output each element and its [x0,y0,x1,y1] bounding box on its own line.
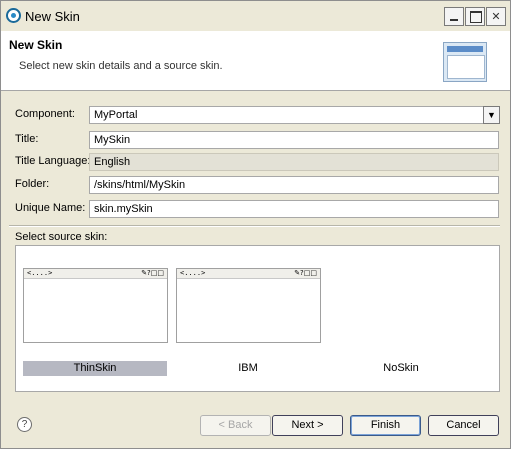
finish-button[interactable]: Finish [350,415,421,436]
app-icon [6,8,21,23]
skin-preview-thinskin[interactable]: <....> ✎?□□ [23,268,168,343]
unique-name-row: Unique Name: skin.mySkin [15,200,500,218]
window-title: New Skin [25,9,80,24]
preview-controls-icon: ✎?□□ [141,269,164,277]
skin-option-ibm[interactable]: IBM [176,361,320,376]
folder-field[interactable]: /skins/html/MySkin [89,176,499,194]
new-skin-dialog: New Skin ✕ New Skin Select new skin deta… [0,0,511,449]
divider [9,225,500,227]
minimize-button[interactable] [444,7,464,26]
unique-name-label: Unique Name: [15,202,86,214]
preview-title: <....> [180,269,206,277]
component-label: Component: [15,108,75,120]
help-icon[interactable]: ? [17,417,32,432]
component-select[interactable]: MyPortal [89,106,499,124]
folder-label: Folder: [15,178,50,190]
close-button[interactable]: ✕ [486,7,506,26]
next-button[interactable]: Next > [272,415,343,436]
title-language-label: Title Language: [15,155,91,167]
title-row: Title: MySkin [15,131,500,149]
skin-option-thinskin[interactable]: ThinSkin [23,361,167,376]
source-skin-label: Select source skin: [15,231,108,243]
banner-description: Select new skin details and a source ski… [19,60,223,72]
preview-title-bar: <....> ✎?□□ [177,269,320,279]
title-language-field: English [89,153,499,171]
component-row: Component: MyPortal ▼ [15,106,500,124]
back-button[interactable]: < Back [200,415,271,436]
preview-controls-icon: ✎?□□ [294,269,317,277]
cancel-button[interactable]: Cancel [428,415,499,436]
chevron-down-icon[interactable]: ▼ [483,106,500,124]
folder-row: Folder: /skins/html/MySkin [15,176,500,194]
unique-name-field[interactable]: skin.mySkin [89,200,499,218]
preview-title-bar: <....> ✎?□□ [24,269,167,279]
component-value: MyPortal [94,109,138,121]
skin-preview-ibm[interactable]: <....> ✎?□□ [176,268,321,343]
title-field[interactable]: MySkin [89,131,499,149]
title-language-row: Title Language: English [15,153,500,171]
preview-title: <....> [27,269,53,277]
wizard-banner: New Skin Select new skin details and a s… [1,31,510,91]
maximize-button[interactable] [465,7,485,26]
title-label: Title: [15,133,39,145]
skin-wizard-icon [443,42,487,82]
source-skin-gallery: <....> ✎?□□ <....> ✎?□□ ThinSkin IBM NoS… [15,245,500,392]
title-bar[interactable]: New Skin ✕ [1,1,510,31]
banner-title: New Skin [9,38,63,52]
skin-option-noskin[interactable]: NoSkin [329,361,473,376]
